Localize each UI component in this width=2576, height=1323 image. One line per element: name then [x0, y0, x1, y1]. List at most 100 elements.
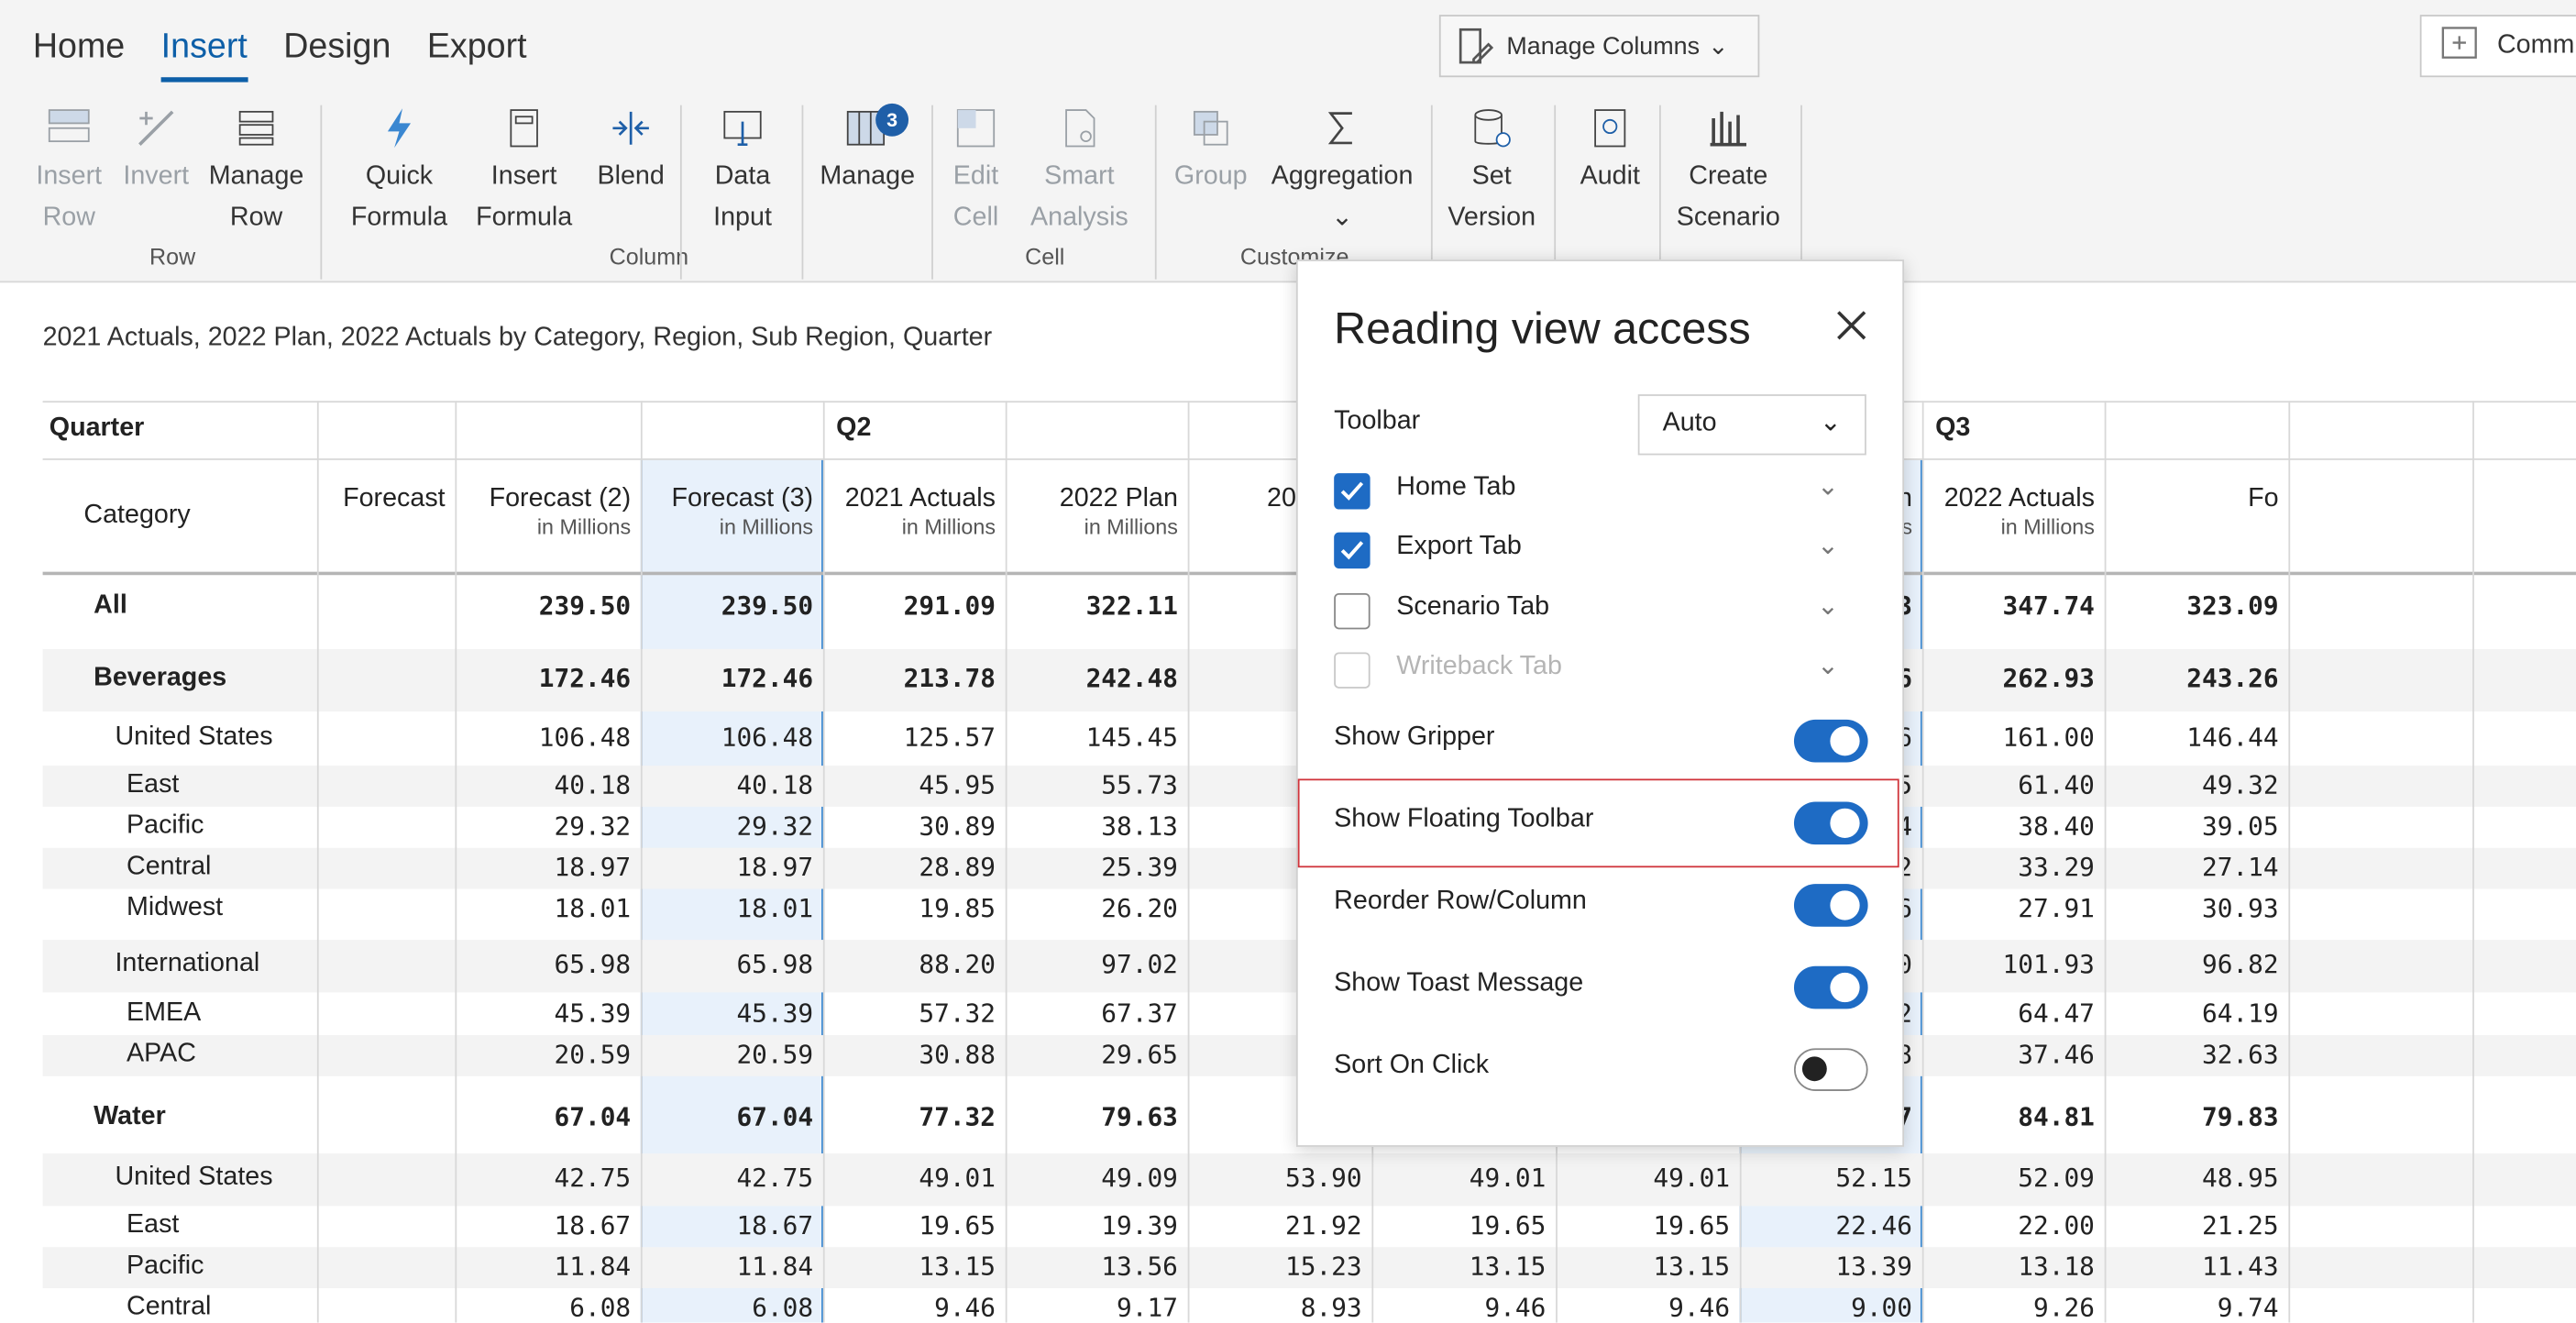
- table-cell[interactable]: 9.46: [1371, 1292, 1546, 1321]
- table-cell[interactable]: 21.92: [1188, 1210, 1362, 1240]
- table-cell[interactable]: 27.91: [1922, 893, 2095, 922]
- table-cell[interactable]: 67.04: [641, 1102, 813, 1131]
- column-header[interactable]: 2022 Actuals in Millions: [1922, 485, 2095, 539]
- table-cell[interactable]: 61.40: [1922, 770, 2095, 799]
- table-cell[interactable]: 45.39: [455, 998, 632, 1028]
- table-cell[interactable]: 20.59: [641, 1039, 813, 1068]
- table-cell[interactable]: 19.65: [1556, 1210, 1730, 1240]
- table-cell[interactable]: 242.48: [1006, 664, 1178, 693]
- row-label[interactable]: Central: [127, 1292, 211, 1321]
- table-cell[interactable]: 45.39: [641, 998, 813, 1028]
- table-cell[interactable]: 84.81: [1922, 1102, 2095, 1131]
- table-cell[interactable]: 29.32: [455, 810, 632, 840]
- manage-row-button[interactable]: Manage Row: [207, 105, 306, 238]
- chevron-down-icon[interactable]: ⌄: [1817, 649, 1839, 682]
- row-label[interactable]: United States: [115, 1163, 272, 1193]
- table-cell[interactable]: 45.95: [823, 770, 996, 799]
- table-cell[interactable]: 52.15: [1740, 1163, 1912, 1193]
- manage-columns-button[interactable]: Manage Columns ⌄: [1438, 15, 1760, 78]
- table-cell[interactable]: 32.63: [2105, 1039, 2279, 1068]
- table-cell[interactable]: 30.93: [2105, 893, 2279, 922]
- table-cell[interactable]: 11.43: [2105, 1251, 2279, 1281]
- quick-formula-button[interactable]: Quick Formula: [336, 105, 461, 238]
- table-cell[interactable]: 13.15: [1556, 1251, 1730, 1281]
- table-cell[interactable]: 77.32: [823, 1102, 996, 1131]
- table-cell[interactable]: 49.01: [823, 1163, 996, 1193]
- table-cell[interactable]: 6.08: [455, 1292, 631, 1321]
- tab-checkbox-row[interactable]: Scenario Tab ⌄: [1334, 592, 1876, 633]
- column-header[interactable]: Forecast (3) in Millions: [641, 485, 814, 539]
- table-cell[interactable]: 9.46: [1556, 1292, 1730, 1321]
- table-cell[interactable]: 9.26: [1922, 1292, 2095, 1321]
- table-cell[interactable]: 38.13: [1006, 810, 1178, 840]
- table-cell[interactable]: 40.18: [641, 770, 813, 799]
- table-cell[interactable]: 125.57: [823, 723, 996, 753]
- table-cell[interactable]: 67.04: [455, 1102, 632, 1131]
- row-label[interactable]: International: [115, 950, 259, 979]
- table-cell[interactable]: 6.08: [641, 1292, 813, 1321]
- table-cell[interactable]: 9.46: [823, 1292, 996, 1321]
- aggregation-button[interactable]: Aggregation ⌄: [1265, 105, 1419, 238]
- tab-export[interactable]: Export: [427, 28, 527, 82]
- checkbox[interactable]: [1334, 592, 1371, 630]
- row-label[interactable]: Beverages: [94, 664, 226, 693]
- table-cell[interactable]: 347.74: [1922, 590, 2095, 620]
- table-cell[interactable]: 64.19: [2105, 998, 2279, 1028]
- insert-formula-button[interactable]: Insert Formula: [470, 105, 578, 238]
- table-cell[interactable]: 55.73: [1006, 770, 1178, 799]
- table-cell[interactable]: 322.11: [1006, 590, 1178, 620]
- table-cell[interactable]: 18.01: [455, 893, 632, 922]
- table-cell[interactable]: 13.15: [1371, 1251, 1547, 1281]
- table-cell[interactable]: 19.65: [1371, 1210, 1547, 1240]
- row-label[interactable]: Pacific: [127, 810, 204, 840]
- table-cell[interactable]: 19.39: [1006, 1210, 1178, 1240]
- checkbox[interactable]: [1334, 532, 1371, 569]
- table-cell[interactable]: 239.50: [455, 590, 631, 620]
- row-label[interactable]: Pacific: [127, 1251, 204, 1281]
- group-button[interactable]: Group: [1168, 105, 1253, 197]
- table-cell[interactable]: 64.47: [1922, 998, 2095, 1028]
- toggle-switch[interactable]: [1793, 965, 1868, 1009]
- table-cell[interactable]: 42.75: [641, 1163, 813, 1193]
- table-cell[interactable]: 9.17: [1006, 1292, 1178, 1321]
- table-cell[interactable]: 29.65: [1006, 1039, 1178, 1068]
- checkbox[interactable]: [1334, 473, 1371, 510]
- row-label[interactable]: All: [94, 590, 127, 620]
- table-cell[interactable]: 11.84: [455, 1251, 632, 1281]
- table-cell[interactable]: 106.48: [455, 723, 631, 753]
- tab-checkbox-row[interactable]: Writeback Tab ⌄: [1334, 652, 1876, 691]
- table-cell[interactable]: 13.56: [1006, 1251, 1178, 1281]
- table-cell[interactable]: 21.25: [2105, 1210, 2279, 1240]
- column-header[interactable]: Fo: [2105, 485, 2278, 514]
- table-cell[interactable]: 101.93: [1922, 950, 2095, 979]
- table-cell[interactable]: 57.32: [823, 998, 996, 1028]
- table-cell[interactable]: 88.20: [823, 950, 996, 979]
- toggle-switch[interactable]: [1793, 801, 1868, 845]
- column-header[interactable]: Forecast: [320, 485, 446, 514]
- insert-row-button[interactable]: Insert Row: [33, 105, 105, 238]
- toggle-switch[interactable]: [1793, 719, 1868, 763]
- table-cell[interactable]: 22.00: [1922, 1210, 2095, 1240]
- table-cell[interactable]: 323.09: [2105, 590, 2278, 620]
- table-cell[interactable]: 52.09: [1922, 1163, 2095, 1193]
- table-cell[interactable]: 96.82: [2105, 950, 2279, 979]
- toggle-switch[interactable]: [1793, 1048, 1868, 1091]
- tab-home[interactable]: Home: [33, 28, 125, 82]
- table-cell[interactable]: 20.59: [455, 1039, 632, 1068]
- set-version-button[interactable]: Set Version: [1446, 105, 1537, 238]
- table-cell[interactable]: 26.20: [1006, 893, 1178, 922]
- table-cell[interactable]: 37.46: [1922, 1039, 2095, 1068]
- row-label[interactable]: Water: [94, 1102, 166, 1131]
- table-cell[interactable]: 291.09: [823, 590, 996, 620]
- table-cell[interactable]: 39.05: [2105, 810, 2279, 840]
- table-cell[interactable]: 146.44: [2105, 723, 2278, 753]
- row-label[interactable]: East: [127, 770, 179, 799]
- table-cell[interactable]: 49.32: [2105, 770, 2279, 799]
- tab-design[interactable]: Design: [283, 28, 391, 82]
- data-input-button[interactable]: Data Input: [697, 105, 788, 238]
- table-cell[interactable]: 19.85: [823, 893, 996, 922]
- row-label[interactable]: East: [127, 1210, 179, 1240]
- table-cell[interactable]: 27.14: [2105, 852, 2279, 881]
- table-cell[interactable]: 65.98: [641, 950, 813, 979]
- create-scenario-button[interactable]: Create Scenario: [1669, 105, 1788, 238]
